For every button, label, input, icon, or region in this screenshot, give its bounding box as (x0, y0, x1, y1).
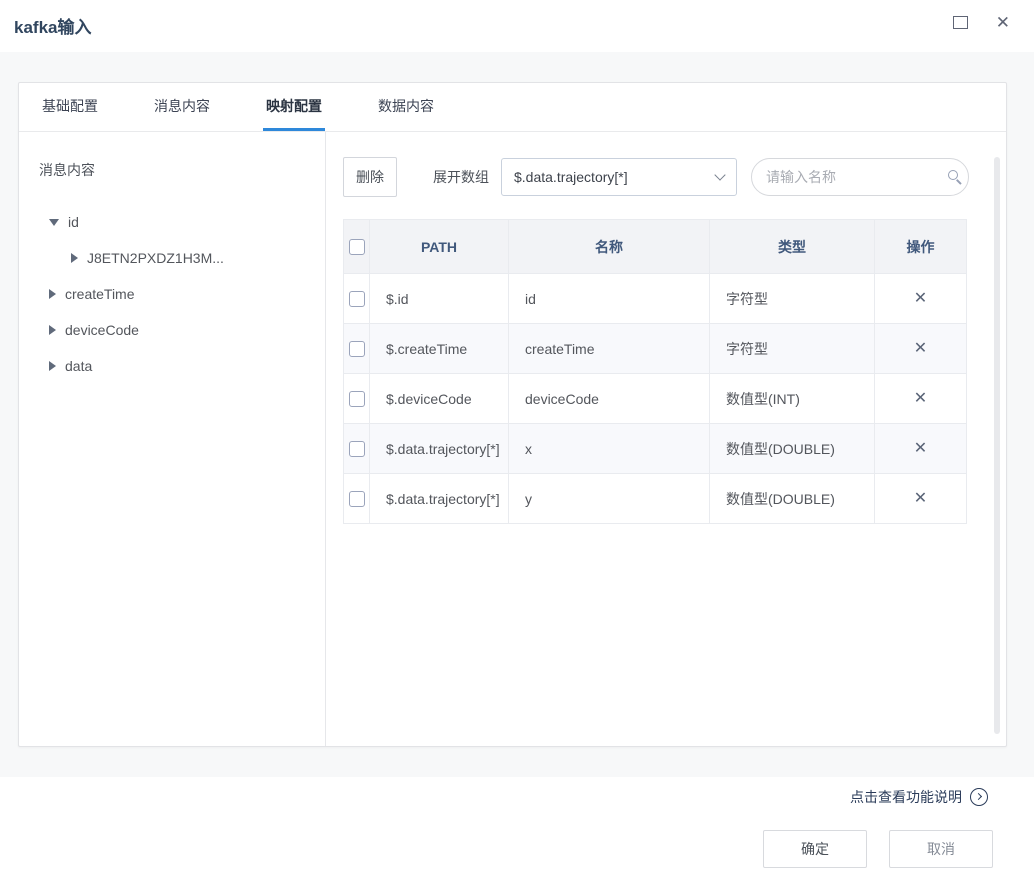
config-panel: 基础配置 消息内容 映射配置 数据内容 消息内容 id J8ETN2PXDZ1H… (18, 82, 1007, 747)
cell-type: 数值型(DOUBLE) (710, 424, 875, 474)
cell-type: 数值型(INT) (710, 374, 875, 424)
cell-name: deviceCode (509, 374, 710, 424)
cell-path: $.createTime (370, 324, 509, 374)
cell-type: 数值型(DOUBLE) (710, 474, 875, 524)
row-delete-icon[interactable]: ✕ (914, 491, 927, 507)
window-controls: ✕ (953, 14, 1010, 31)
cell-path: $.deviceCode (370, 374, 509, 424)
row-delete-icon[interactable]: ✕ (914, 441, 927, 457)
row-delete-icon[interactable]: ✕ (914, 341, 927, 357)
cell-name: createTime (509, 324, 710, 374)
caret-right-icon[interactable] (49, 325, 56, 335)
maximize-icon[interactable] (953, 16, 968, 29)
tab-mapping-config[interactable]: 映射配置 (263, 83, 325, 131)
caret-right-icon[interactable] (49, 361, 56, 371)
tree-item-label: data (65, 358, 92, 374)
tree-header: 消息内容 (39, 160, 315, 180)
tab-data-content[interactable]: 数据内容 (375, 83, 437, 131)
dialog-body: 基础配置 消息内容 映射配置 数据内容 消息内容 id J8ETN2PXDZ1H… (0, 52, 1034, 777)
help-link[interactable]: 点击查看功能说明 (850, 787, 988, 807)
table-header-row: PATH 名称 类型 操作 (344, 220, 967, 274)
header-op: 操作 (875, 220, 967, 274)
search-input[interactable] (766, 169, 947, 185)
caret-right-icon[interactable] (49, 289, 56, 299)
mapping-main: 删除 展开数组 $.data.trajectory[*] (326, 132, 1006, 746)
tree-item-id[interactable]: id (49, 204, 315, 240)
cell-path: $.id (370, 274, 509, 324)
expand-array-value: $.data.trajectory[*] (514, 169, 628, 185)
delete-button[interactable]: 删除 (343, 157, 397, 197)
vertical-scrollbar[interactable] (994, 157, 1000, 734)
help-link-label: 点击查看功能说明 (850, 787, 962, 807)
header-name: 名称 (509, 220, 710, 274)
chevron-down-icon (714, 169, 725, 180)
message-tree: 消息内容 id J8ETN2PXDZ1H3M... createTime dev… (19, 132, 326, 746)
table-row: $.data.trajectory[*] y 数值型(DOUBLE) ✕ (344, 474, 967, 524)
tab-message-content[interactable]: 消息内容 (151, 83, 213, 131)
caret-down-icon[interactable] (49, 219, 59, 226)
row-delete-icon[interactable]: ✕ (914, 391, 927, 407)
row-checkbox[interactable] (349, 441, 365, 457)
cell-name: x (509, 424, 710, 474)
tree-item-id-value[interactable]: J8ETN2PXDZ1H3M... (71, 240, 315, 276)
search-icon[interactable] (947, 169, 963, 185)
circle-arrow-icon (970, 788, 988, 806)
close-icon[interactable]: ✕ (996, 14, 1010, 31)
header-checkbox-cell (344, 220, 370, 274)
table-row: $.data.trajectory[*] x 数值型(DOUBLE) ✕ (344, 424, 967, 474)
expand-array-label: 展开数组 (433, 167, 489, 187)
tree-item-label: id (68, 214, 79, 230)
row-checkbox[interactable] (349, 491, 365, 507)
mapping-toolbar: 删除 展开数组 $.data.trajectory[*] (343, 157, 969, 197)
dialog-footer: 点击查看功能说明 确定 取消 (0, 777, 1034, 889)
tree-item-data[interactable]: data (49, 348, 315, 384)
tree-item-label: deviceCode (65, 322, 139, 338)
table-row: $.createTime createTime 字符型 ✕ (344, 324, 967, 374)
cell-path: $.data.trajectory[*] (370, 424, 509, 474)
tab-bar: 基础配置 消息内容 映射配置 数据内容 (19, 83, 1006, 132)
cell-name: y (509, 474, 710, 524)
expand-array-select[interactable]: $.data.trajectory[*] (501, 158, 737, 196)
tree-item-createtime[interactable]: createTime (49, 276, 315, 312)
table-row: $.deviceCode deviceCode 数值型(INT) ✕ (344, 374, 967, 424)
dialog-titlebar: kafka输入 ✕ (0, 0, 1034, 52)
cell-name: id (509, 274, 710, 324)
table-row: $.id id 字符型 ✕ (344, 274, 967, 324)
tree-item-devicecode[interactable]: deviceCode (49, 312, 315, 348)
cancel-button[interactable]: 取消 (889, 830, 993, 868)
row-delete-icon[interactable]: ✕ (914, 291, 927, 307)
cell-type: 字符型 (710, 324, 875, 374)
tree-item-label: createTime (65, 286, 135, 302)
header-path: PATH (370, 220, 509, 274)
dialog-title: kafka输入 (14, 13, 91, 38)
panel-content: 消息内容 id J8ETN2PXDZ1H3M... createTime dev… (19, 132, 1006, 746)
search-box (751, 158, 969, 196)
header-type: 类型 (710, 220, 875, 274)
footer-buttons: 确定 取消 (763, 830, 993, 868)
row-checkbox[interactable] (349, 341, 365, 357)
cell-type: 字符型 (710, 274, 875, 324)
tree-item-label: J8ETN2PXDZ1H3M... (87, 250, 224, 266)
caret-right-icon[interactable] (71, 253, 78, 263)
cell-path: $.data.trajectory[*] (370, 474, 509, 524)
row-checkbox[interactable] (349, 291, 365, 307)
row-checkbox[interactable] (349, 391, 365, 407)
ok-button[interactable]: 确定 (763, 830, 867, 868)
mapping-table: PATH 名称 类型 操作 $.id id 字符型 ✕ (343, 219, 967, 524)
select-all-checkbox[interactable] (349, 239, 365, 255)
tab-basic-config[interactable]: 基础配置 (39, 83, 101, 131)
